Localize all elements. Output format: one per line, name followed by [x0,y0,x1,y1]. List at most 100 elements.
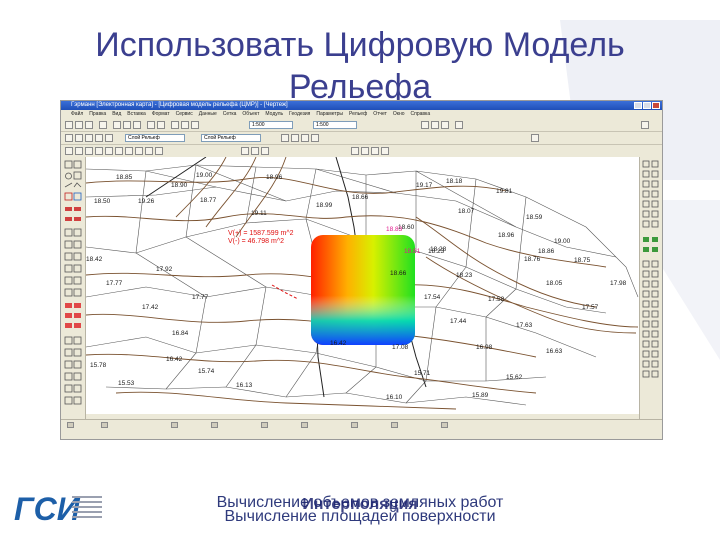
scale-icon[interactable] [371,147,379,155]
table-icon[interactable] [251,147,259,155]
slide-title-line-1: Использовать Цифровую Модель [95,26,625,64]
grid-icon[interactable] [431,121,439,129]
minimize-icon[interactable] [634,102,642,109]
tool-delete-icon [64,192,73,201]
color-icon[interactable] [291,134,299,142]
volume-icon[interactable] [95,147,103,155]
layer-icon[interactable] [421,121,429,129]
menu-item-service[interactable]: Сервис [176,110,193,119]
status-icon-2[interactable] [101,422,108,428]
map-canvas[interactable]: V(+) = 1587.599 m^2 V(-) = 46.798 m^2 18… [86,157,639,414]
measure-icon[interactable] [455,121,463,129]
undo-icon[interactable] [147,121,155,129]
move-icon[interactable] [361,147,369,155]
status-icon-9[interactable] [441,422,448,428]
bottom-strip [61,429,662,439]
line-width-icon[interactable] [301,134,309,142]
new-icon[interactable] [65,121,73,129]
open-icon[interactable] [75,121,83,129]
menu-item-relief[interactable]: Рельеф [349,110,367,119]
style-icon[interactable] [281,134,289,142]
status-icon-4[interactable] [211,422,218,428]
menu-item-format[interactable]: Формат [152,110,170,119]
print-icon[interactable] [99,121,107,129]
elevation-label: 18.96 [266,174,283,181]
polygon-icon[interactable] [105,134,113,142]
zoom-in-icon[interactable] [171,121,179,129]
polyline-icon[interactable] [95,134,103,142]
line-icon[interactable] [85,134,93,142]
menu-bar: Файл Правка Вид Вставка Формат Сервис Да… [61,110,662,119]
contour-icon[interactable] [75,147,83,155]
menu-item-help[interactable]: Справка [411,110,431,119]
status-icon-7[interactable] [351,422,358,428]
cut-icon[interactable] [113,121,121,129]
elevation-label: 16.63 [546,348,563,355]
menu-item-window[interactable]: Окно [393,110,405,119]
scale-combo-1[interactable]: 1:500 [249,121,293,129]
help-icon[interactable] [641,121,649,129]
menu-item-report[interactable]: Отчет [373,110,387,119]
status-icon-8[interactable] [391,422,398,428]
paste-icon[interactable] [133,121,141,129]
menu-item-module[interactable]: Модуль [265,110,283,119]
surface-icon[interactable] [125,147,133,155]
elevation-label: 18.90 [171,182,188,189]
elevation-label: 18.42 [86,256,103,263]
elevation-label: 18.85 [116,174,133,181]
status-icon-5[interactable] [261,422,268,428]
report-icon[interactable] [261,147,269,155]
maximize-icon[interactable] [643,102,651,109]
cartogram-icon[interactable] [145,147,153,155]
filter-icon[interactable] [531,134,539,142]
caption-area: Вычисление объемов земляных работ Вычисл… [190,494,530,530]
tool-copy-icon [73,192,82,201]
mirror-icon[interactable] [381,147,389,155]
status-icon-6[interactable] [301,422,308,428]
elevation-label: 16.84 [172,330,189,337]
elevation-label: 18.07 [458,208,475,215]
menu-item-edit[interactable]: Правка [89,110,106,119]
snap-icon[interactable] [441,121,449,129]
redo-icon[interactable] [157,121,165,129]
menu-item-file[interactable]: Файл [71,110,83,119]
elevation-label: 15.89 [472,392,489,399]
menu-item-params[interactable]: Параметры [316,110,343,119]
save-icon[interactable] [85,121,93,129]
select-icon[interactable] [65,134,73,142]
copy-icon[interactable] [123,121,131,129]
zoom-out-icon[interactable] [181,121,189,129]
menu-item-data[interactable]: Данные [199,110,217,119]
elevation-label: 15.71 [414,370,431,377]
elevation-label: 19.11 [251,210,267,217]
menu-item-grid[interactable]: Сетка [223,110,237,119]
scale-combo-2[interactable]: 1:500 [313,121,357,129]
attribute-icon[interactable] [241,147,249,155]
profile-icon[interactable] [105,147,113,155]
elevation-label-highlighted: 18.83 [386,226,403,233]
status-icon-3[interactable] [171,422,178,428]
window-controls [634,102,660,109]
elevation-label: 18.05 [546,280,563,287]
tin-icon[interactable] [65,147,73,155]
interpolate-icon[interactable] [135,147,143,155]
slope-icon[interactable] [85,147,93,155]
rotate-icon[interactable] [351,147,359,155]
menu-item-object[interactable]: Объект [242,110,259,119]
slide-title: Использовать Цифровую Модель Рельефа [40,24,680,108]
point-icon[interactable] [75,134,83,142]
menu-item-geodesy[interactable]: Геодезия [289,110,310,119]
close-icon[interactable] [652,102,660,109]
section-icon[interactable] [115,147,123,155]
pan-icon[interactable] [191,121,199,129]
elevation-label: 19.81 [496,188,513,195]
area-icon[interactable] [155,147,163,155]
text-icon[interactable] [311,134,319,142]
tool-select-icon [64,160,73,169]
layer-combo-1[interactable]: Слой Рельеф [125,134,185,142]
menu-item-view[interactable]: Вид [112,110,121,119]
status-icon-1[interactable] [67,422,74,428]
layer-combo-2[interactable]: Слой Рельеф [201,134,261,142]
menu-item-insert[interactable]: Вставка [127,110,146,119]
tool-red-2-icon [74,207,81,211]
